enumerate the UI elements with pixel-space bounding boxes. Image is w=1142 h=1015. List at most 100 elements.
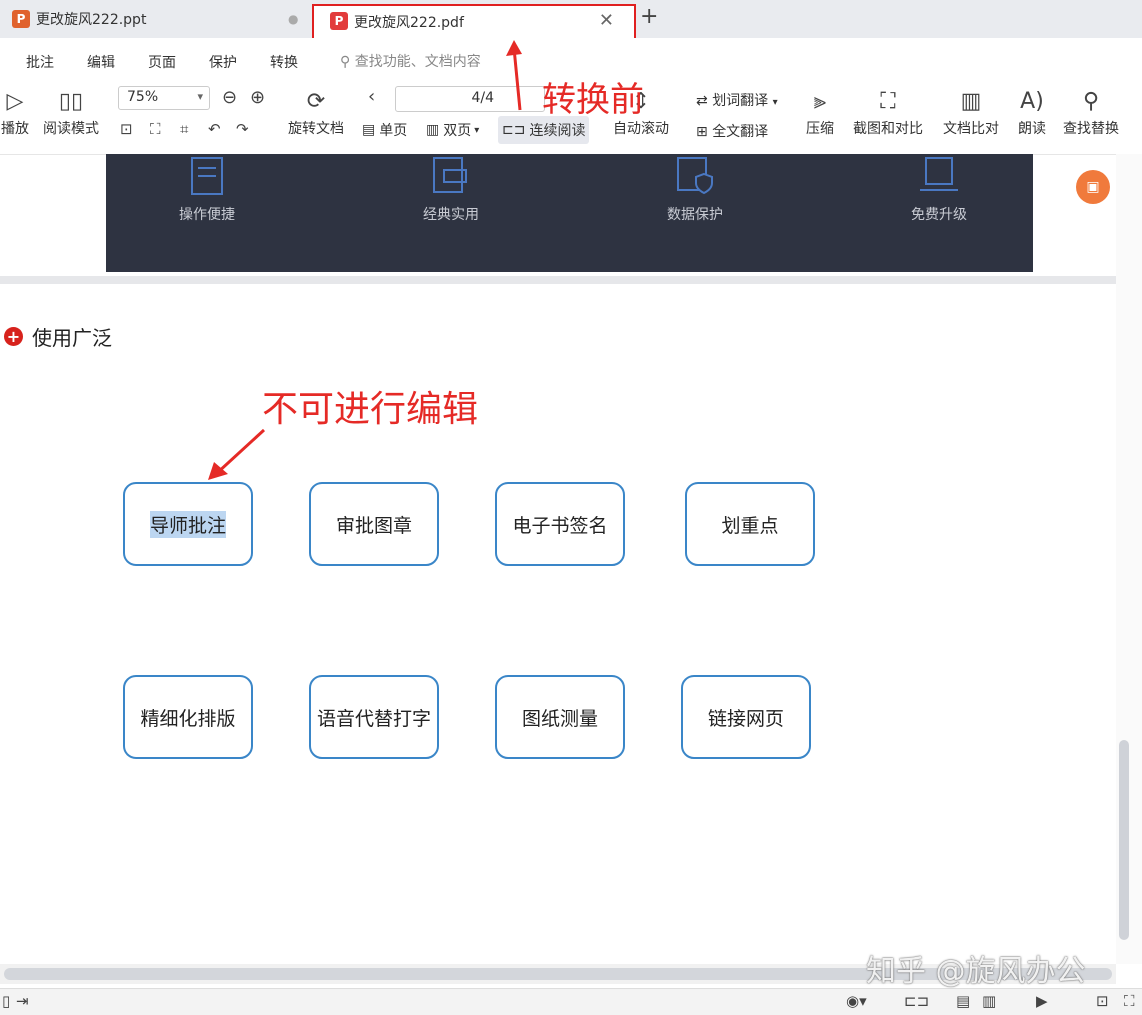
play-icon: ▷ xyxy=(6,89,24,114)
card-voice-typing: 语音代替打字 xyxy=(309,675,439,759)
zoom-out-icon[interactable]: ⊖ xyxy=(222,87,237,108)
compress-icon: ⫸ xyxy=(813,89,827,114)
zoom-value: 75% xyxy=(127,89,159,105)
read-aloud-label: 朗读 xyxy=(1018,121,1046,137)
single-page-icon: ▤ xyxy=(362,122,376,138)
card-label: 图纸测量 xyxy=(521,707,598,730)
menu-convert[interactable]: 转换 xyxy=(270,52,298,72)
doc-compare-icon: ▥ xyxy=(960,89,982,114)
feature-label: 操作便捷 xyxy=(179,207,235,223)
new-tab-button[interactable]: + xyxy=(640,4,658,29)
eye-protection-icon[interactable]: ◉▾ xyxy=(846,992,867,1010)
play-icon[interactable]: ▶ xyxy=(1036,992,1048,1010)
card-approval-stamp: 审批图章 xyxy=(309,482,439,566)
search-placeholder: 查找功能、文档内容 xyxy=(354,54,481,70)
read-mode-label: 阅读模式 xyxy=(43,121,99,137)
ppt-file-icon: P xyxy=(12,10,30,28)
vertical-scroll-thumb[interactable] xyxy=(1119,740,1129,940)
double-page-button[interactable]: ▥ 双页 ▾ xyxy=(426,116,479,144)
menu-page[interactable]: 页面 xyxy=(148,52,176,72)
double-page-label: 双页 xyxy=(443,123,472,139)
continuous-view-icon[interactable]: ⊏⊐ xyxy=(904,992,929,1010)
card-drawing-measure: 图纸测量 xyxy=(495,675,625,759)
actual-size-icon[interactable]: ⊡ xyxy=(1096,992,1109,1010)
screenshot-compare-button[interactable]: ⛶ 截图和对比 xyxy=(846,86,930,138)
menu-annotate[interactable]: 批注 xyxy=(26,52,54,72)
annotation-arrow-up xyxy=(506,40,522,111)
plus-circle-icon: + xyxy=(4,327,23,346)
card-label: 划重点 xyxy=(721,514,779,537)
actual-size-icon[interactable]: ⊡ xyxy=(120,120,133,138)
tab-ppt[interactable]: P 更改旋风222.ppt xyxy=(12,4,146,34)
sidebar-toggle-icon[interactable]: ▯ xyxy=(2,992,10,1010)
chevron-down-icon: ▾ xyxy=(474,124,480,136)
screenshot-icon: ⛶ xyxy=(880,89,896,114)
pdf-file-icon: P xyxy=(330,12,348,30)
card-label: 电子书签名 xyxy=(512,514,608,537)
menu-protect[interactable]: 保护 xyxy=(209,52,237,72)
zoom-select[interactable]: 75% ▾ xyxy=(118,86,210,110)
chevron-down-icon: ▾ xyxy=(197,90,203,103)
feature-easy-operation: 操作便捷 xyxy=(132,150,282,224)
card-label: 语音代替打字 xyxy=(316,707,431,730)
rotate-label: 旋转文档 xyxy=(288,121,344,137)
compress-label: 压缩 xyxy=(806,121,834,137)
zoom-in-icon[interactable]: ⊕ xyxy=(250,87,265,108)
feature-label: 数据保护 xyxy=(667,207,723,223)
double-page-icon[interactable]: ▥ xyxy=(982,992,996,1010)
read-aloud-icon: A) xyxy=(1020,89,1044,114)
menu-edit[interactable]: 编辑 xyxy=(87,52,115,72)
search-box[interactable]: ⚲ 查找功能、文档内容 xyxy=(340,51,481,71)
compress-button[interactable]: ⫸ 压缩 xyxy=(800,86,840,138)
continuous-read-label: 连续阅读 xyxy=(529,123,586,139)
floating-tool-icon[interactable]: ▣ xyxy=(1076,170,1110,204)
card-link-webpage: 链接网页 xyxy=(681,675,811,759)
play-label: 播放 xyxy=(1,121,29,137)
full-translate-icon: ⊞ xyxy=(696,124,708,140)
search-icon: ⚲ xyxy=(1082,89,1100,114)
fit-page-icon[interactable]: ⛶ xyxy=(1124,992,1135,1010)
single-page-button[interactable]: ▤ 单页 xyxy=(362,116,407,144)
screenshot-compare-label: 截图和对比 xyxy=(853,121,923,137)
doc-compare-button[interactable]: ▥ 文档比对 xyxy=(938,86,1004,138)
watermark: 知乎 @旋风办公 xyxy=(866,954,1086,989)
auto-scroll-label: 自动滚动 xyxy=(613,121,669,137)
annotation-not-editable: 不可进行编辑 xyxy=(262,389,479,430)
card-label: 精细化排版 xyxy=(140,707,236,730)
feature-classic: 经典实用 xyxy=(376,150,526,224)
prev-page-icon[interactable]: ‹ xyxy=(368,86,375,107)
section-title: 使用广泛 xyxy=(32,326,112,350)
card-ebook-signature: 电子书签名 xyxy=(495,482,625,566)
single-page-icon[interactable]: ▤ xyxy=(956,992,970,1010)
feature-label: 免费升级 xyxy=(911,207,967,223)
tab-separator-dot: ● xyxy=(288,12,299,26)
card-tutor-annotation: 导师批注 xyxy=(123,482,253,566)
double-page-icon: ▥ xyxy=(426,122,440,138)
play-button[interactable]: ▷ 播放 xyxy=(0,86,30,138)
next-page-icon[interactable]: ⇥ xyxy=(16,992,29,1010)
feature-data-protection: 数据保护 xyxy=(620,150,770,224)
rotate-document-icon: ⟳ xyxy=(306,89,326,114)
continuous-read-icon: ⊏⊐ xyxy=(502,122,526,138)
search-icon: ⚲ xyxy=(340,54,351,70)
card-label-highlighted: 导师批注 xyxy=(149,510,226,538)
fit-page-icon[interactable]: ⛶ xyxy=(150,120,161,138)
book-icon: ▯▯ xyxy=(58,89,84,114)
word-translate-label: 划词翻译 xyxy=(712,93,769,109)
feature-label: 经典实用 xyxy=(423,207,479,223)
word-translate-button[interactable]: ⇄ 划词翻译 ▾ xyxy=(696,90,778,110)
tab-ppt-label: 更改旋风222.ppt xyxy=(36,12,147,28)
read-aloud-button[interactable]: A) 朗读 xyxy=(1012,86,1052,138)
full-translate-button[interactable]: ⊞ 全文翻译 xyxy=(696,121,768,141)
rotate-right-icon[interactable]: ↷ xyxy=(236,120,249,138)
fit-width-icon[interactable]: ⌗ xyxy=(180,120,188,138)
close-tab-icon[interactable]: ✕ xyxy=(599,10,614,31)
find-replace-label: 查找替换 xyxy=(1063,121,1119,137)
full-translate-label: 全文翻译 xyxy=(712,124,769,140)
find-replace-button[interactable]: ⚲ 查找替换 xyxy=(1058,86,1124,138)
read-mode-button[interactable]: ▯▯ 阅读模式 xyxy=(38,86,104,138)
annotation-before-convert: 转换前 xyxy=(542,80,644,120)
chevron-down-icon: ▾ xyxy=(772,97,778,108)
rotate-left-icon[interactable]: ↶ xyxy=(208,120,221,138)
rotate-document-button[interactable]: ⟳ 旋转文档 xyxy=(282,86,350,138)
